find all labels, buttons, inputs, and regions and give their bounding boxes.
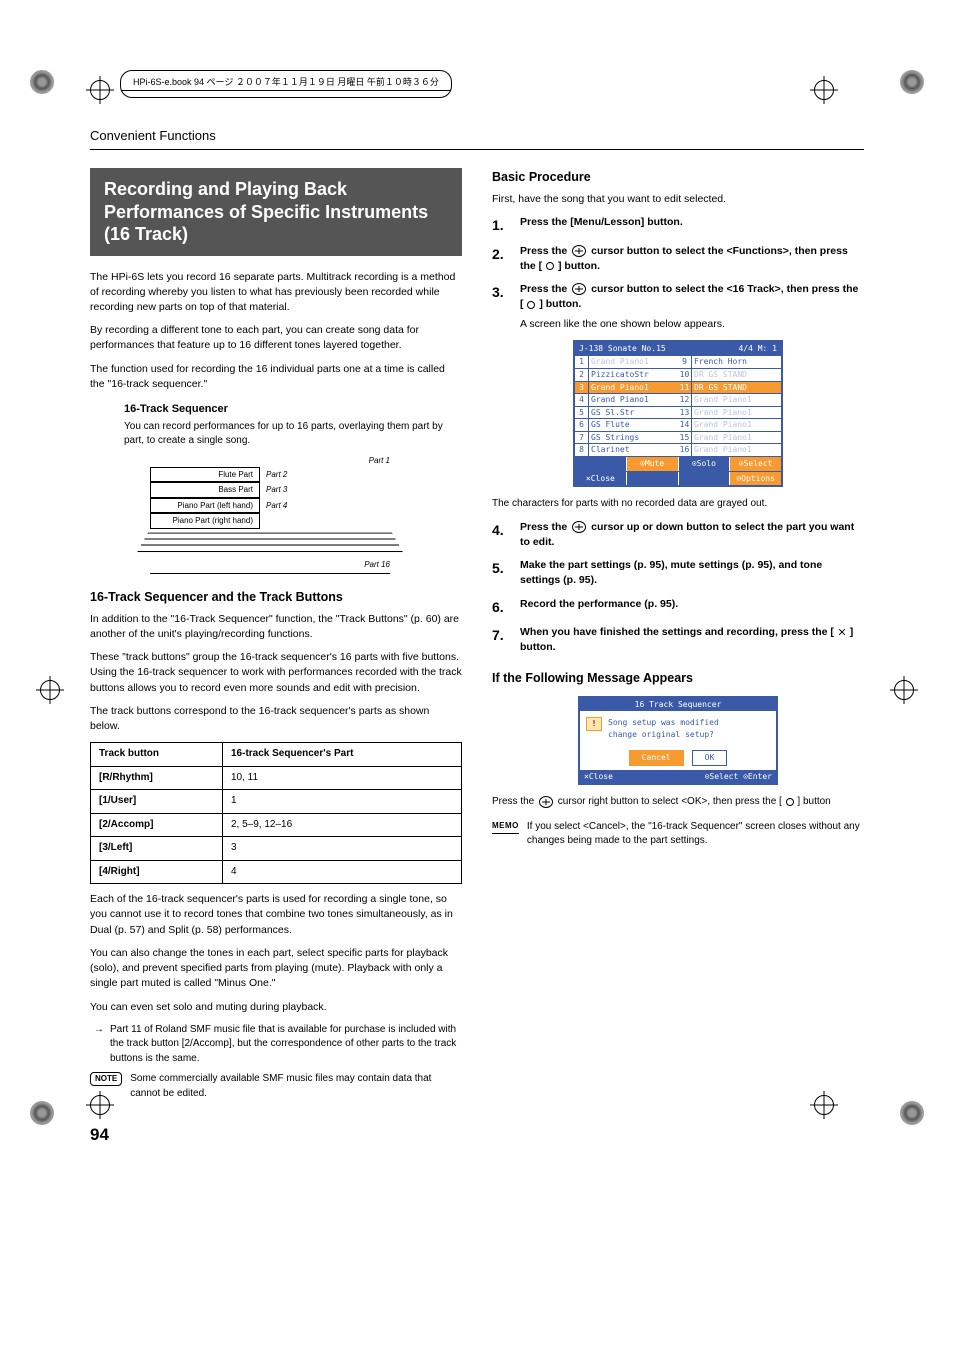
circle-icon <box>786 798 794 806</box>
dialog-cancel: Cancel <box>629 750 684 766</box>
intro-p1: The HPi-6S lets you record 16 separate p… <box>90 270 462 316</box>
circle-icon <box>546 262 554 270</box>
running-head: Convenient Functions <box>90 128 864 143</box>
page-number: 94 <box>90 1125 864 1145</box>
note-text: Some commercially available SMF music fi… <box>130 1072 462 1101</box>
intro-p3: The function used for recording the 16 i… <box>90 362 462 392</box>
print-header-box: HPi-6S-e.book 94 ページ ２００７年１１月１９日 月曜日 午前１… <box>120 70 452 98</box>
registration-mark-top-right <box>814 80 834 100</box>
step-3: 3. Press the cursor button to select the… <box>492 282 864 332</box>
sequencer-screen: J-138 Sonate No.154/4 M: 1 1Grand Piano1… <box>573 340 783 488</box>
memo-icon: MEMO <box>492 820 519 834</box>
crop-mark-br <box>900 1101 924 1125</box>
warning-icon: ! <box>586 717 602 731</box>
cursor-icon <box>572 245 586 257</box>
right-column: Basic Procedure First, have the song tha… <box>492 168 864 1101</box>
memo-row: MEMO If you select <Cancel>, the "16-tra… <box>492 820 864 849</box>
crop-mark-tr <box>900 70 924 94</box>
subhead-track-buttons: 16-Track Sequencer and the Track Buttons <box>90 588 462 606</box>
x-icon <box>838 628 846 636</box>
basic-lead: First, have the song that you want to ed… <box>492 192 864 207</box>
message-head: If the Following Message Appears <box>492 669 864 687</box>
after-p1: Each of the 16-track sequencer's parts i… <box>90 892 462 938</box>
print-header-text: HPi-6S-e.book 94 ページ ２００７年１１月１９日 月曜日 午前１… <box>133 75 439 88</box>
step-7: 7. When you have finished the settings a… <box>492 625 864 655</box>
sub1-p3: The track buttons correspond to the 16-t… <box>90 704 462 734</box>
rule <box>90 149 864 150</box>
cursor-icon <box>572 521 586 533</box>
press-instruction: Press the cursor right button to select … <box>492 795 864 810</box>
after-p3: You can even set solo and muting during … <box>90 1000 462 1015</box>
step-1: 1. Press the [Menu/Lesson] button. <box>492 215 864 235</box>
memo-text: If you select <Cancel>, the "16-track Se… <box>527 820 864 849</box>
cursor-icon <box>539 796 553 808</box>
note-row: NOTE Some commercially available SMF mus… <box>90 1072 462 1101</box>
left-column: Recording and Playing Back Performances … <box>90 168 462 1101</box>
step-4: 4. Press the cursor up or down button to… <box>492 520 864 550</box>
note-icon: NOTE <box>90 1072 122 1086</box>
registration-mark-top-left <box>90 80 110 100</box>
registration-mark-left <box>40 680 60 700</box>
crop-mark-bl <box>30 1101 54 1125</box>
sequencer-diagram: Part 1 Flute PartPart 2 Bass PartPart 3 … <box>150 455 390 574</box>
registration-mark-bottom-left <box>90 1095 110 1115</box>
after-p2: You can also change the tones in each pa… <box>90 946 462 992</box>
step-5: 5. Make the part settings (p. 95), mute … <box>492 558 864 588</box>
sub1-p1: In addition to the "16-Track Sequencer" … <box>90 612 462 642</box>
dialog-screen: 16 Track Sequencer ! Song setup was modi… <box>578 696 778 786</box>
seq-box-head: 16-Track Sequencer <box>124 402 462 418</box>
crop-mark-tl <box>30 70 54 94</box>
track-button-table: Track button16-track Sequencer's Part [R… <box>90 742 462 884</box>
step-6: 6. Record the performance (p. 95). <box>492 597 864 617</box>
seq-box-desc: You can record performances for up to 16… <box>124 420 462 449</box>
step-2: 2. Press the cursor button to select the… <box>492 244 864 274</box>
screen-caption: The characters for parts with no recorde… <box>492 497 864 512</box>
dialog-ok: OK <box>692 750 728 766</box>
intro-p2: By recording a different tone to each pa… <box>90 323 462 353</box>
registration-mark-bottom-right <box>814 1095 834 1115</box>
basic-procedure-head: Basic Procedure <box>492 168 864 186</box>
section-title: Recording and Playing Back Performances … <box>90 168 462 256</box>
circle-icon <box>527 301 535 309</box>
cursor-icon <box>572 283 586 295</box>
registration-mark-right <box>894 680 914 700</box>
arrow-note: Part 11 of Roland SMF music file that is… <box>90 1023 462 1067</box>
sub1-p2: These "track buttons" group the 16-track… <box>90 650 462 696</box>
